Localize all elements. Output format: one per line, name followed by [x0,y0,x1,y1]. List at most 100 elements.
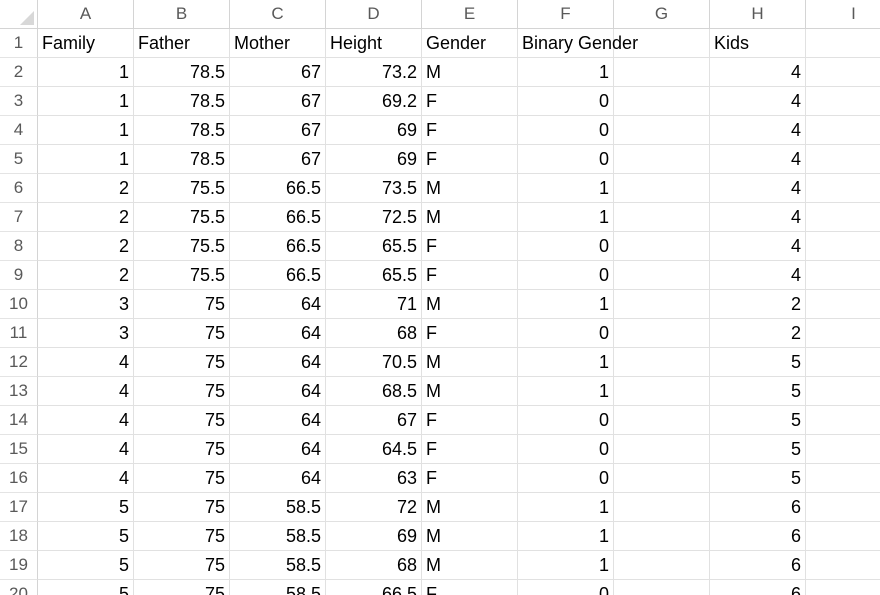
cell-a12[interactable]: 4 [38,348,134,377]
cell-b4[interactable]: 78.5 [134,116,230,145]
cell-i13[interactable] [806,377,880,406]
cell-e10[interactable]: M [422,290,518,319]
cell-c2[interactable]: 67 [230,58,326,87]
cell-i10[interactable] [806,290,880,319]
row-header-12[interactable]: 12 [0,348,38,377]
cell-c18[interactable]: 58.5 [230,522,326,551]
cell-f19[interactable]: 1 [518,551,614,580]
cell-e11[interactable]: F [422,319,518,348]
cell-e9[interactable]: F [422,261,518,290]
cell-d3[interactable]: 69.2 [326,87,422,116]
cell-a18[interactable]: 5 [38,522,134,551]
cell-d13[interactable]: 68.5 [326,377,422,406]
cell-a13[interactable]: 4 [38,377,134,406]
cell-b9[interactable]: 75.5 [134,261,230,290]
cell-h10[interactable]: 2 [710,290,806,319]
cell-a9[interactable]: 2 [38,261,134,290]
cell-a15[interactable]: 4 [38,435,134,464]
cell-h3[interactable]: 4 [710,87,806,116]
cell-c12[interactable]: 64 [230,348,326,377]
cell-d15[interactable]: 64.5 [326,435,422,464]
cell-g14[interactable] [614,406,710,435]
cell-d12[interactable]: 70.5 [326,348,422,377]
cell-i6[interactable] [806,174,880,203]
cell-i11[interactable] [806,319,880,348]
cell-g1[interactable] [614,29,710,58]
cell-a20[interactable]: 5 [38,580,134,595]
column-header-e[interactable]: E [422,0,518,29]
cell-h5[interactable]: 4 [710,145,806,174]
cell-h7[interactable]: 4 [710,203,806,232]
cell-g12[interactable] [614,348,710,377]
cell-g7[interactable] [614,203,710,232]
cell-e1[interactable]: Gender [422,29,518,58]
cell-d18[interactable]: 69 [326,522,422,551]
cell-f3[interactable]: 0 [518,87,614,116]
cell-b5[interactable]: 78.5 [134,145,230,174]
cell-c5[interactable]: 67 [230,145,326,174]
cell-b14[interactable]: 75 [134,406,230,435]
cell-i12[interactable] [806,348,880,377]
row-header-1[interactable]: 1 [0,29,38,58]
cell-e4[interactable]: F [422,116,518,145]
cell-c1[interactable]: Mother [230,29,326,58]
cell-c8[interactable]: 66.5 [230,232,326,261]
cell-f16[interactable]: 0 [518,464,614,493]
row-header-3[interactable]: 3 [0,87,38,116]
cell-d2[interactable]: 73.2 [326,58,422,87]
cell-i8[interactable] [806,232,880,261]
cell-f9[interactable]: 0 [518,261,614,290]
cell-h15[interactable]: 5 [710,435,806,464]
row-header-16[interactable]: 16 [0,464,38,493]
column-header-c[interactable]: C [230,0,326,29]
cell-b3[interactable]: 78.5 [134,87,230,116]
cell-g3[interactable] [614,87,710,116]
column-header-g[interactable]: G [614,0,710,29]
cell-i4[interactable] [806,116,880,145]
cell-g2[interactable] [614,58,710,87]
cell-h13[interactable]: 5 [710,377,806,406]
cell-f7[interactable]: 1 [518,203,614,232]
cell-i14[interactable] [806,406,880,435]
row-header-18[interactable]: 18 [0,522,38,551]
cell-h16[interactable]: 5 [710,464,806,493]
cell-c14[interactable]: 64 [230,406,326,435]
cell-d20[interactable]: 66.5 [326,580,422,595]
cell-h19[interactable]: 6 [710,551,806,580]
cell-h12[interactable]: 5 [710,348,806,377]
cell-e15[interactable]: F [422,435,518,464]
cell-i1[interactable] [806,29,880,58]
row-header-14[interactable]: 14 [0,406,38,435]
cell-b17[interactable]: 75 [134,493,230,522]
cell-g4[interactable] [614,116,710,145]
cell-a5[interactable]: 1 [38,145,134,174]
cell-h8[interactable]: 4 [710,232,806,261]
cell-d10[interactable]: 71 [326,290,422,319]
cell-d1[interactable]: Height [326,29,422,58]
cell-g17[interactable] [614,493,710,522]
column-header-h[interactable]: H [710,0,806,29]
cell-b7[interactable]: 75.5 [134,203,230,232]
cell-c9[interactable]: 66.5 [230,261,326,290]
cell-g10[interactable] [614,290,710,319]
row-header-15[interactable]: 15 [0,435,38,464]
cell-d6[interactable]: 73.5 [326,174,422,203]
row-header-5[interactable]: 5 [0,145,38,174]
column-header-i[interactable]: I [806,0,880,29]
cell-f1[interactable]: Binary Gender [518,29,638,58]
cell-i16[interactable] [806,464,880,493]
cell-e16[interactable]: F [422,464,518,493]
cell-c20[interactable]: 58.5 [230,580,326,595]
cell-e6[interactable]: M [422,174,518,203]
cell-b8[interactable]: 75.5 [134,232,230,261]
column-header-d[interactable]: D [326,0,422,29]
cell-b6[interactable]: 75.5 [134,174,230,203]
row-header-2[interactable]: 2 [0,58,38,87]
cell-e18[interactable]: M [422,522,518,551]
cell-c17[interactable]: 58.5 [230,493,326,522]
cell-i17[interactable] [806,493,880,522]
cell-f5[interactable]: 0 [518,145,614,174]
cell-d7[interactable]: 72.5 [326,203,422,232]
cell-a2[interactable]: 1 [38,58,134,87]
column-header-a[interactable]: A [38,0,134,29]
